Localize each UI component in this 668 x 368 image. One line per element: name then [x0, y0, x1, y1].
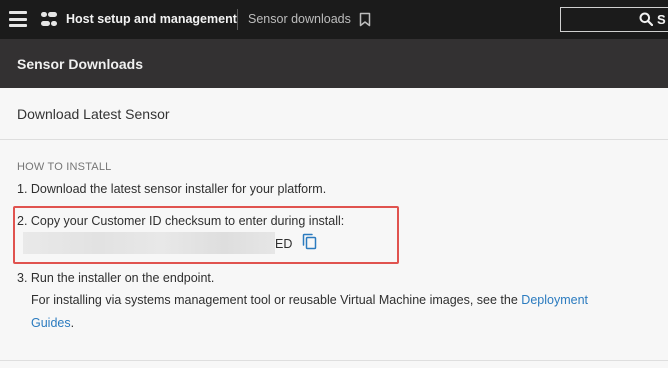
- search-text: S: [657, 12, 666, 27]
- install-step-1: 1. Download the latest sensor installer …: [17, 182, 327, 196]
- deployment-guides-link[interactable]: Deployment: [521, 293, 588, 307]
- card-bottom-border: [0, 360, 668, 361]
- card-title: Download Latest Sensor: [17, 106, 170, 122]
- step-3-note-text: For installing via systems management to…: [31, 293, 522, 307]
- breadcrumb[interactable]: Sensor downloads: [248, 12, 351, 26]
- search-icon: [639, 12, 653, 26]
- top-bar: Host setup and management Sensor downloa…: [0, 0, 668, 39]
- deployment-guides-link-continued[interactable]: Guides: [31, 316, 71, 330]
- highlight-box: [13, 206, 399, 264]
- app-logo-icon: [41, 12, 57, 26]
- page-header: Sensor Downloads: [0, 39, 668, 88]
- page-title: Sensor Downloads: [17, 56, 144, 72]
- install-step-3-note: For installing via systems management to…: [31, 293, 588, 307]
- section-label: HOW TO INSTALL: [17, 161, 112, 173]
- menu-icon[interactable]: [9, 11, 27, 27]
- install-step-3-note-continued: Guides.: [31, 316, 74, 330]
- bookmark-icon[interactable]: [359, 12, 371, 27]
- card-divider: [0, 139, 668, 140]
- step-3-note-period: .: [70, 316, 75, 330]
- search-input[interactable]: S: [560, 7, 668, 32]
- download-card: Download Latest Sensor HOW TO INSTALL 1.…: [0, 88, 668, 368]
- divider: [237, 9, 238, 30]
- app-title[interactable]: Host setup and management: [66, 12, 237, 26]
- install-step-3: 3. Run the installer on the endpoint.: [17, 271, 215, 285]
